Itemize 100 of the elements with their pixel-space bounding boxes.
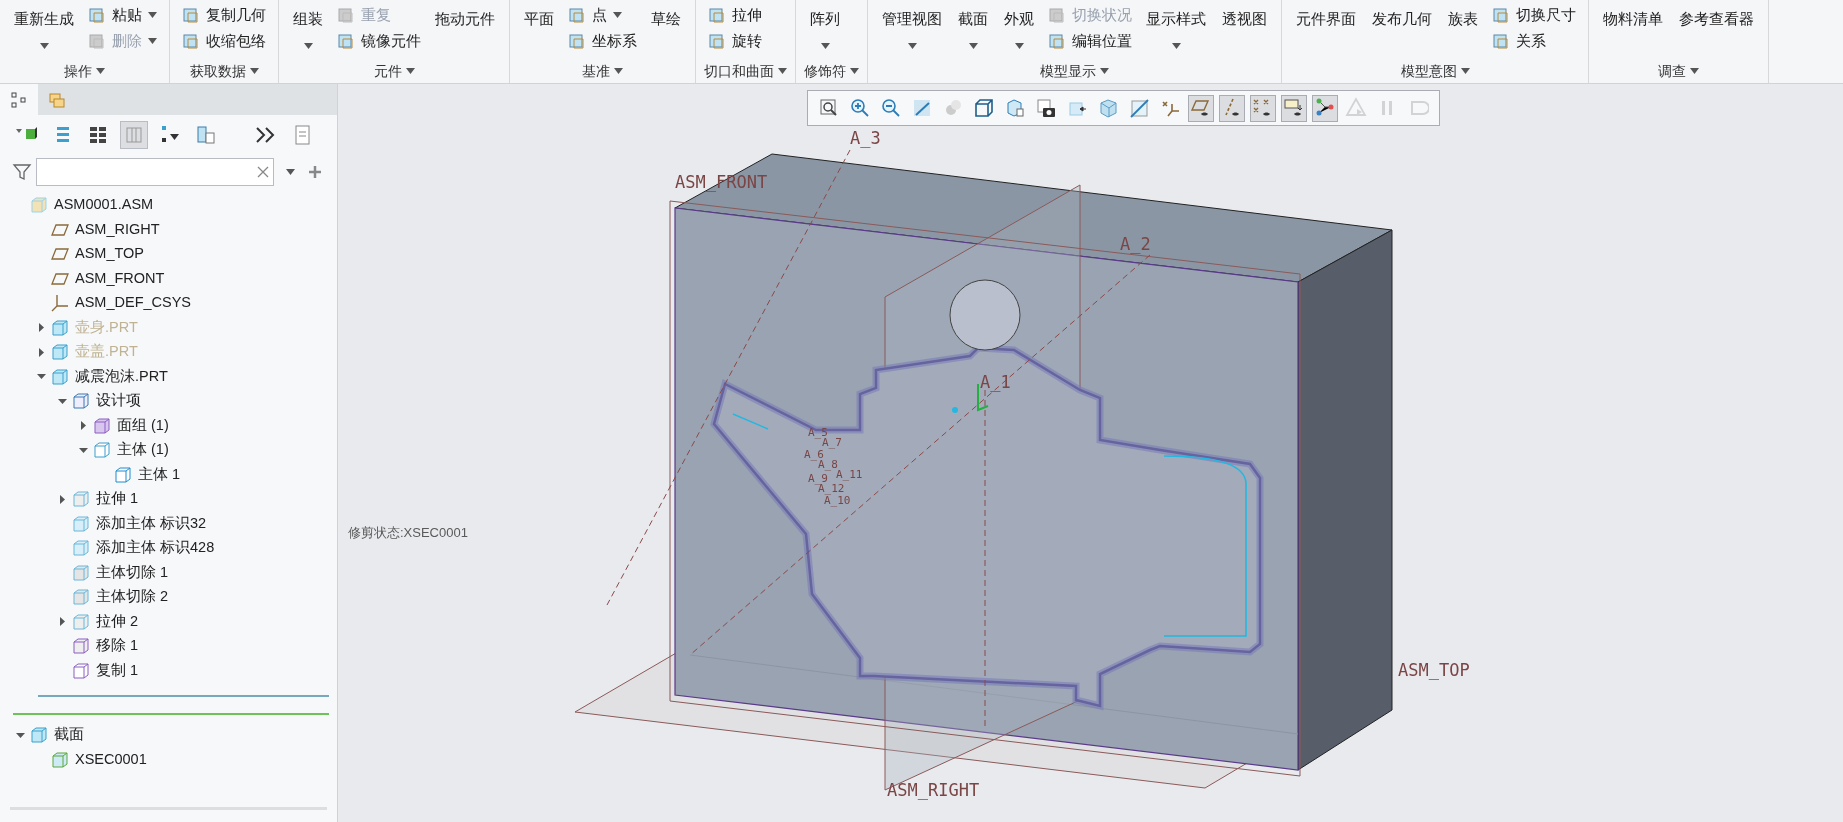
caret-icon xyxy=(850,68,859,74)
axis-label: A_5 xyxy=(808,426,828,439)
expand-toggle-icon[interactable] xyxy=(78,421,88,431)
tree-item[interactable]: 复制 1 xyxy=(96,659,139,682)
ribbon-button[interactable]: 透视图 xyxy=(1216,0,1273,58)
feature-icon xyxy=(72,612,90,631)
ribbon-button[interactable]: 收缩包络 xyxy=(178,28,270,54)
expand-toggle-icon[interactable] xyxy=(36,347,46,357)
axis-label: A_11 xyxy=(836,468,863,481)
tree-item[interactable]: 截面 xyxy=(54,724,84,747)
tree-item[interactable]: 面组 (1) xyxy=(117,414,169,437)
expand-toggle-icon[interactable] xyxy=(78,445,88,455)
axis-label: A_12 xyxy=(818,482,845,495)
eye-icon xyxy=(1283,97,1305,119)
ribbon-button[interactable]: 显示样式 xyxy=(1140,0,1212,58)
tool-icon xyxy=(568,32,586,50)
search-field[interactable] xyxy=(36,158,274,186)
caret-icon xyxy=(1171,42,1181,49)
axis-label: A_9 xyxy=(808,472,828,485)
zoom-in-icon xyxy=(849,97,871,119)
tree-item[interactable]: 设计项 xyxy=(96,390,141,413)
ribbon-button[interactable]: 管理视图 xyxy=(876,0,948,58)
ribbon-button[interactable]: 关系 xyxy=(1488,28,1580,54)
ribbon-button[interactable]: 发布几何 xyxy=(1366,0,1438,58)
tree-item[interactable]: 拉伸 2 xyxy=(96,610,139,633)
ribbon-button[interactable]: 重新生成 xyxy=(8,0,80,58)
ribbon-group-label[interactable]: 获取数据 xyxy=(178,60,270,82)
caret-icon xyxy=(39,42,49,49)
tree-item[interactable]: ASM_FRONT xyxy=(75,267,165,290)
ribbon-button[interactable]: 元件界面 xyxy=(1290,0,1362,58)
ribbon-button[interactable]: 复制几何 xyxy=(178,2,270,28)
caret-icon xyxy=(968,42,978,49)
ribbon-button[interactable]: 粘贴 xyxy=(84,2,161,28)
ribbon-group-label[interactable]: 修饰符 xyxy=(804,60,859,82)
ribbon-button[interactable]: 切换尺寸 xyxy=(1488,2,1580,28)
ribbon-button[interactable]: 外观 xyxy=(998,0,1040,58)
clear-icon[interactable] xyxy=(257,166,269,178)
ribbon-button[interactable]: 拉伸 xyxy=(704,2,766,28)
tool-icon xyxy=(88,6,106,24)
add-icon[interactable] xyxy=(307,164,323,180)
caret-icon xyxy=(1460,68,1470,74)
ribbon-button[interactable]: 拖动元件 xyxy=(429,0,501,58)
ribbon-button[interactable]: 草绘 xyxy=(645,0,687,58)
ribbon-group-label[interactable]: 切口和曲面 xyxy=(704,60,787,82)
tree-item[interactable]: 添加主体 标识32 xyxy=(96,512,207,535)
tree-item[interactable]: ASM_TOP xyxy=(75,243,145,266)
tree-item[interactable]: ASM0001.ASM xyxy=(54,194,154,217)
tree-item[interactable]: ASM_RIGHT xyxy=(75,218,160,241)
ribbon-group-label[interactable]: 调查 xyxy=(1597,60,1760,82)
tool-icon xyxy=(1492,6,1510,24)
ribbon-button[interactable]: 旋转 xyxy=(704,28,766,54)
tool-icon xyxy=(337,32,355,50)
tree-item[interactable]: 主体切除 2 xyxy=(96,586,169,609)
ribbon-button[interactable]: 编辑位置 xyxy=(1044,28,1136,54)
tree-item[interactable]: 拉伸 1 xyxy=(96,488,139,511)
feature-icon xyxy=(72,539,90,558)
feature-icon xyxy=(51,343,69,362)
ribbon-button[interactable]: 镜像元件 xyxy=(333,28,425,54)
panel-tab[interactable] xyxy=(0,84,38,115)
plane-label: ASM_RIGHT xyxy=(887,780,980,800)
expand-toggle-icon[interactable] xyxy=(57,396,67,406)
tree-item[interactable]: XSEC0001 xyxy=(75,748,147,771)
tool-icon xyxy=(182,6,200,24)
axis-label: A_7 xyxy=(822,436,842,449)
feature-icon xyxy=(72,490,90,509)
ribbon-button[interactable]: 组装 xyxy=(287,0,329,58)
tree-item[interactable]: ASM_DEF_CSYS xyxy=(75,292,192,315)
ribbon-button[interactable]: 族表 xyxy=(1442,0,1484,58)
ribbon-group-label[interactable]: 元件 xyxy=(287,60,501,82)
ribbon-group-label[interactable]: 模型显示 xyxy=(876,60,1273,82)
tree-item[interactable]: 减震泡沫.PRT xyxy=(75,365,168,388)
caret-icon xyxy=(96,68,105,74)
feature-icon xyxy=(51,318,69,337)
ribbon-group-label[interactable]: 模型意图 xyxy=(1290,60,1580,82)
ribbon-button[interactable]: 物料清单 xyxy=(1597,0,1669,58)
expand-toggle-icon[interactable] xyxy=(36,323,46,333)
feature-icon xyxy=(30,726,48,745)
caret-icon xyxy=(1690,68,1699,74)
tree-item[interactable]: 主体 (1) xyxy=(117,439,169,462)
tree-item[interactable]: 添加主体 标识428 xyxy=(96,537,215,560)
axis-label: A_1 xyxy=(980,372,1011,392)
ribbon-button[interactable]: 参考查看器 xyxy=(1673,0,1760,58)
expand-toggle-icon[interactable] xyxy=(15,730,25,740)
eye-icon xyxy=(1190,97,1212,119)
ribbon-group-label[interactable]: 基准 xyxy=(518,60,687,82)
tool-icon xyxy=(708,32,726,50)
tree-item[interactable]: 移除 1 xyxy=(96,635,139,658)
tree-item[interactable]: 主体切除 1 xyxy=(96,561,169,584)
ribbon-button[interactable]: 点 xyxy=(564,2,641,28)
ribbon-button[interactable]: 阵列 xyxy=(804,0,846,58)
view-tool-button[interactable] xyxy=(1312,94,1338,122)
expand-toggle-icon[interactable] xyxy=(57,494,67,504)
ribbon-button[interactable]: 截面 xyxy=(952,0,994,58)
expand-toggle-icon[interactable] xyxy=(57,617,67,627)
ribbon-button[interactable]: 坐标系 xyxy=(564,28,641,54)
ribbon-button[interactable]: 平面 xyxy=(518,0,560,58)
tree-item[interactable]: 主体 1 xyxy=(138,463,181,486)
slash-icon xyxy=(1128,97,1150,119)
ribbon-group-label[interactable]: 操作 xyxy=(8,60,161,82)
expand-toggle-icon[interactable] xyxy=(36,372,46,382)
